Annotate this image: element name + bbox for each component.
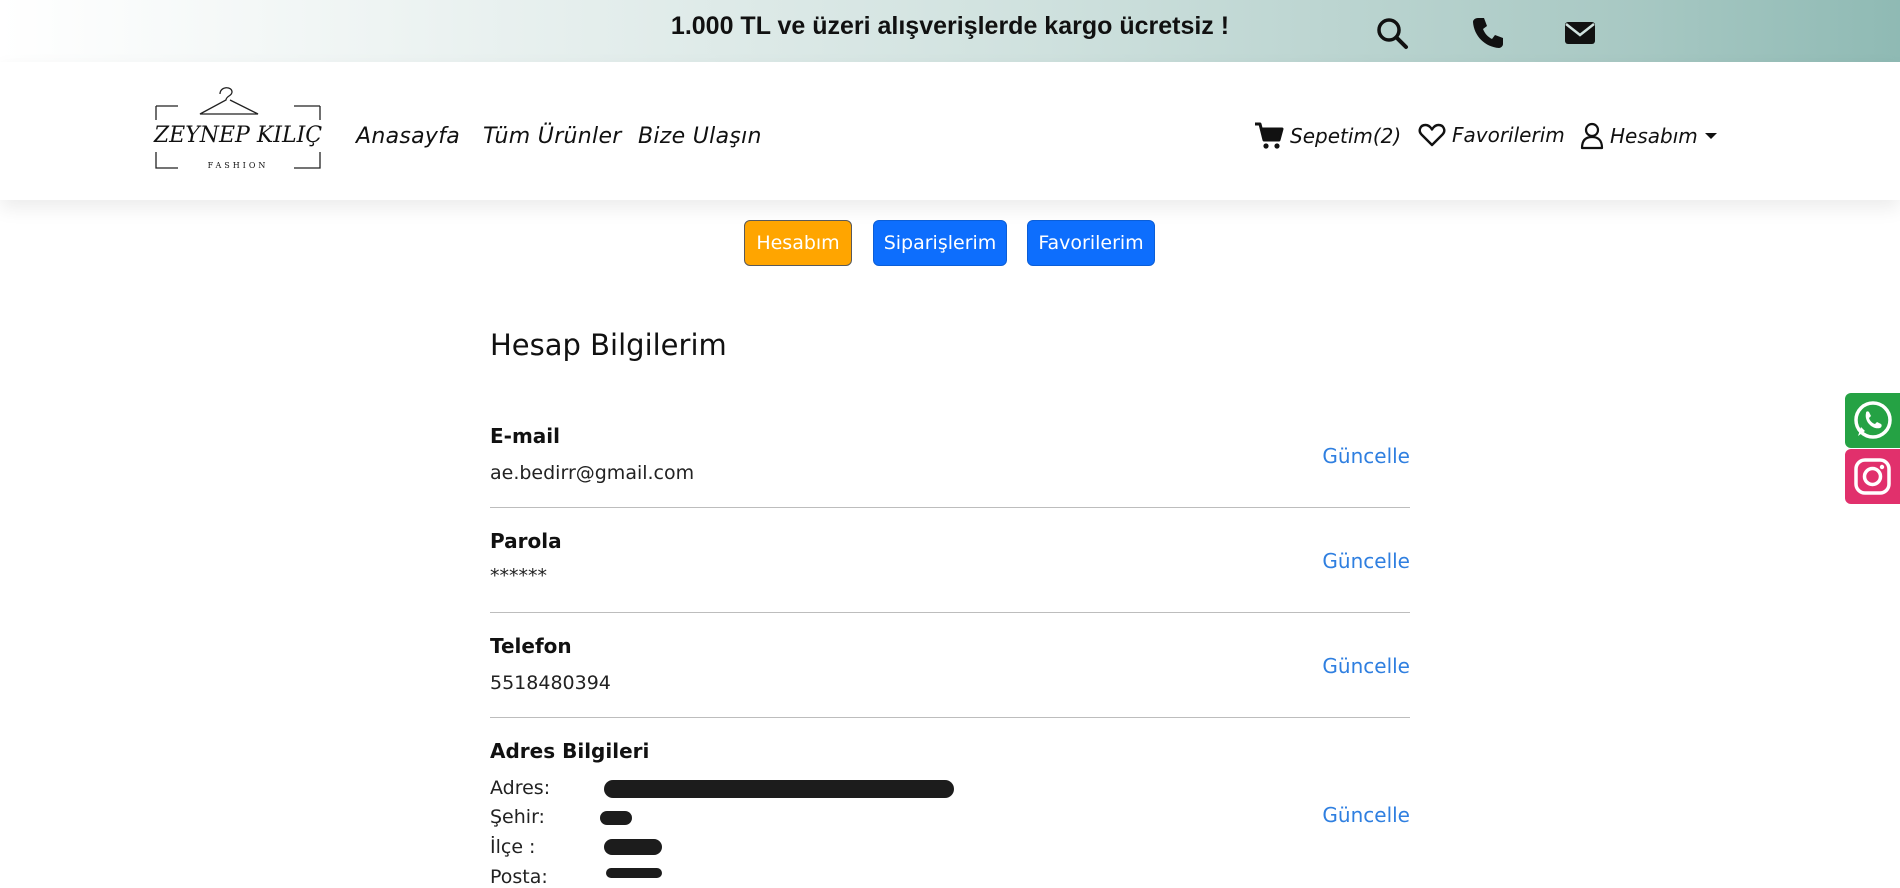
favorites-label: Favorilerim <box>1452 123 1565 147</box>
svg-text:ZEYNEP KILIÇ: ZEYNEP KILIÇ <box>153 123 322 148</box>
district-key: İlçe : <box>490 836 536 858</box>
user-icon <box>1580 122 1604 150</box>
email-label: E-mail <box>490 424 561 448</box>
redacted-postal <box>606 868 662 878</box>
divider <box>490 507 1410 508</box>
brand-logo[interactable]: ZEYNEP KILIÇ FASHION <box>148 80 328 176</box>
nav-link-home[interactable]: Anasayfa <box>356 124 460 149</box>
cart-icon <box>1254 122 1284 150</box>
redacted-address <box>604 780 954 798</box>
password-row: Parola ****** Güncelle <box>490 529 1410 609</box>
update-email-link[interactable]: Güncelle <box>1322 444 1410 468</box>
address-label: Adres Bilgileri <box>490 739 650 763</box>
phone-value: 5518480394 <box>490 672 611 694</box>
promo-bar: 1.000 TL ve üzeri alışverişlerde kargo ü… <box>0 0 1900 62</box>
mail-icon[interactable] <box>1562 15 1598 51</box>
phone-row: Telefon 5518480394 Güncelle <box>490 634 1410 714</box>
account-label: Hesabım <box>1610 124 1698 148</box>
cart-label: Sepetim(2) <box>1290 124 1402 148</box>
password-value: ****** <box>490 565 547 587</box>
update-password-link[interactable]: Güncelle <box>1322 549 1410 573</box>
address-key: Adres: <box>490 777 551 799</box>
update-address-link[interactable]: Güncelle <box>1322 803 1410 827</box>
phone-icon[interactable] <box>1470 15 1506 51</box>
postal-key: Posta: <box>490 866 548 888</box>
address-row: Adres Bilgileri Güncelle <box>490 739 1410 827</box>
city-key: Şehir: <box>490 806 545 828</box>
tab-favorites[interactable]: Favorilerim <box>1027 220 1155 266</box>
email-row: E-mail ae.bedirr@gmail.com Güncelle <box>490 424 1410 504</box>
update-phone-link[interactable]: Güncelle <box>1322 654 1410 678</box>
tab-orders[interactable]: Siparişlerim <box>873 220 1007 266</box>
redacted-district <box>604 839 662 855</box>
redacted-city <box>600 811 632 825</box>
phone-label: Telefon <box>490 634 572 658</box>
tab-account[interactable]: Hesabım <box>744 220 852 266</box>
whatsapp-button[interactable] <box>1845 393 1900 448</box>
email-value: ae.bedirr@gmail.com <box>490 462 695 484</box>
svg-text:FASHION: FASHION <box>208 161 269 170</box>
promo-text: 1.000 TL ve üzeri alışverişlerde kargo ü… <box>670 12 1230 40</box>
password-label: Parola <box>490 529 562 553</box>
divider <box>490 717 1410 718</box>
heart-icon <box>1418 122 1446 148</box>
instagram-icon <box>1845 458 1900 508</box>
divider <box>490 612 1410 613</box>
cart-link[interactable]: Sepetim(2) <box>1254 122 1401 150</box>
favorites-link[interactable]: Favorilerim <box>1418 122 1565 148</box>
search-icon[interactable] <box>1374 15 1410 51</box>
nav-link-contact[interactable]: Bize Ulaşın <box>638 124 762 149</box>
instagram-button[interactable] <box>1845 449 1900 504</box>
account-dropdown[interactable]: Hesabım <box>1580 122 1718 150</box>
caret-down-icon <box>1704 131 1718 141</box>
page-title: Hesap Bilgilerim <box>490 328 727 362</box>
main-navbar: ZEYNEP KILIÇ FASHION Anasayfa Tüm Ürünle… <box>0 62 1900 200</box>
nav-link-all-products[interactable]: Tüm Ürünler <box>483 124 622 149</box>
